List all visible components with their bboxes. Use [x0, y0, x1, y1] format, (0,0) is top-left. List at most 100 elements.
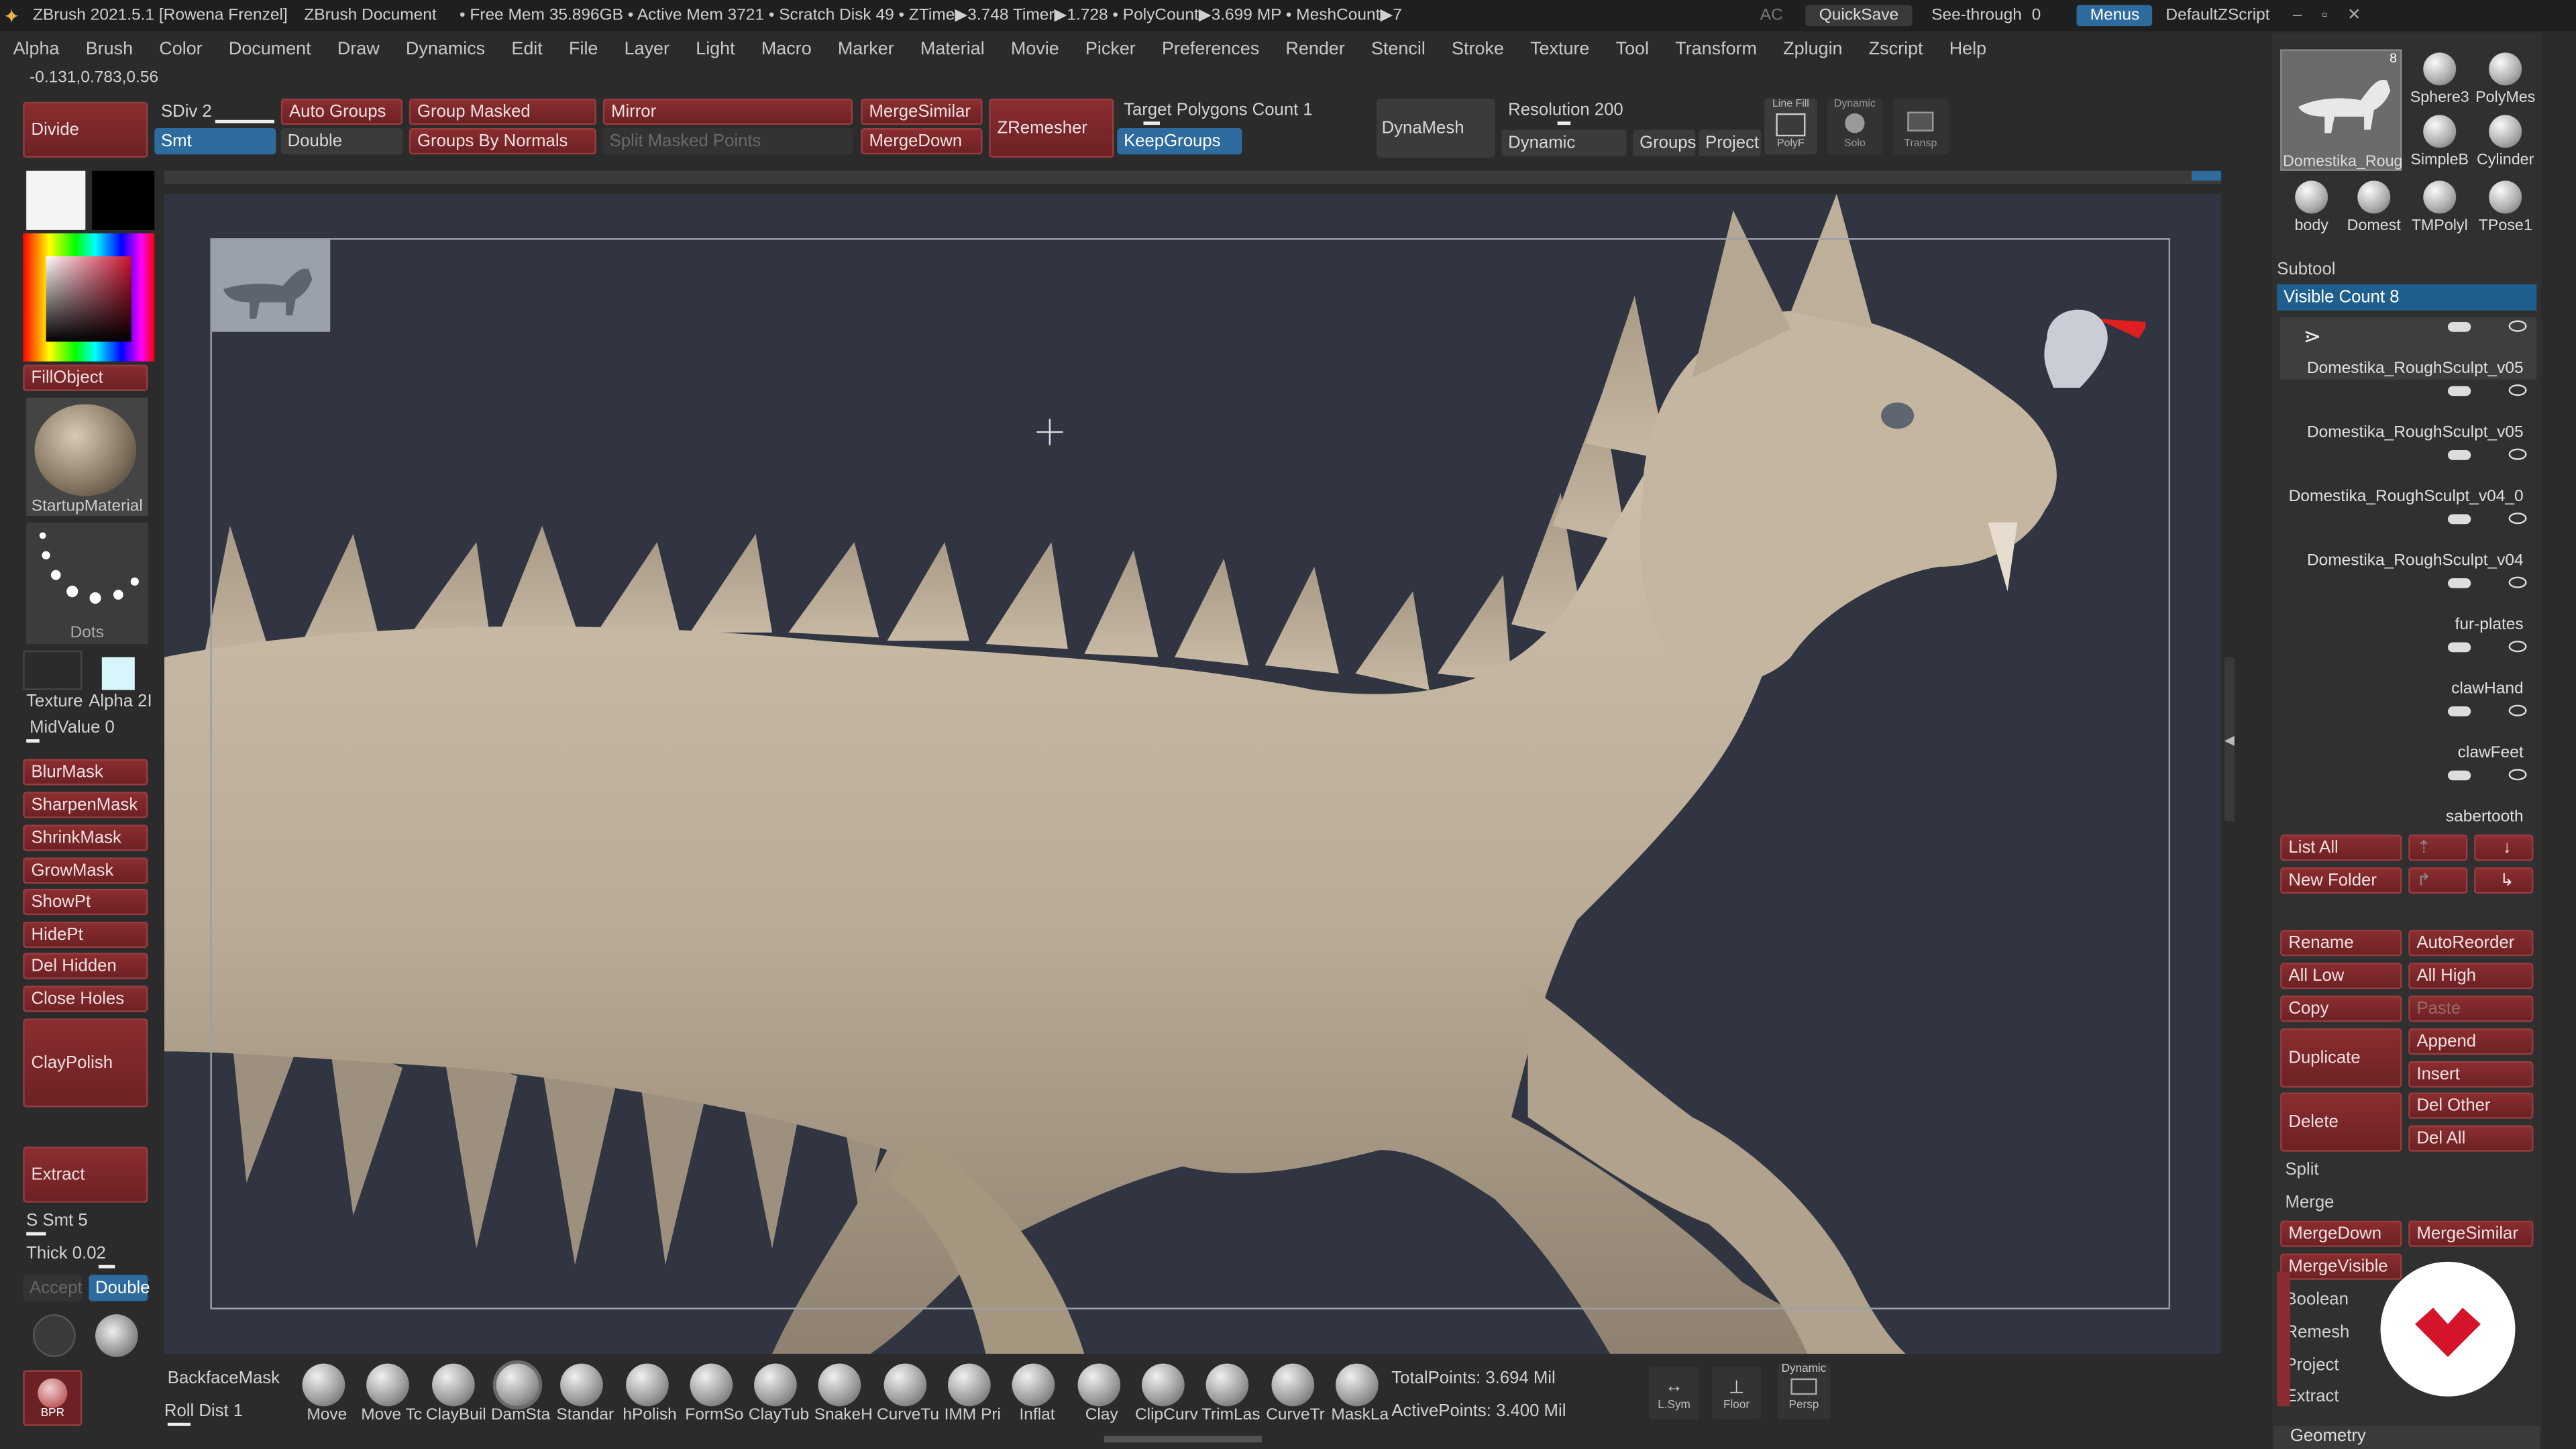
paste-button[interactable]: Paste	[2408, 996, 2534, 1022]
material-slot[interactable]: StartupMaterial	[26, 397, 148, 516]
rename-button[interactable]: Rename	[2280, 930, 2402, 957]
solo-button[interactable]: Dynamic Solo	[1827, 98, 1883, 155]
menu-brush[interactable]: Brush	[72, 40, 146, 59]
eye-icon[interactable]	[2508, 769, 2527, 781]
roll-dist-slider-track[interactable]	[167, 1422, 191, 1426]
folder-enter-icon[interactable]: ↳	[2474, 867, 2534, 894]
accept-button[interactable]: Accept	[23, 1275, 83, 1301]
tool-item[interactable]: TPose1	[2474, 177, 2536, 236]
blurmask-button[interactable]: BlurMask	[23, 759, 148, 786]
duplicate-button[interactable]: Duplicate	[2280, 1028, 2402, 1088]
menu-dynamics[interactable]: Dynamics	[392, 40, 498, 59]
midvalue-slider-track[interactable]	[26, 739, 40, 743]
split-section[interactable]: Split	[2286, 1160, 2319, 1179]
shrinkmask-button[interactable]: ShrinkMask	[23, 824, 148, 851]
eye-icon[interactable]	[2508, 448, 2527, 460]
menu-preferences[interactable]: Preferences	[1148, 40, 1272, 59]
del-all-button[interactable]: Del All	[2408, 1125, 2534, 1152]
append-button[interactable]: Append	[2408, 1028, 2534, 1055]
secondary-color-swatch[interactable]	[92, 170, 155, 230]
menu-transform[interactable]: Transform	[1662, 40, 1770, 59]
tray-arrow-icon[interactable]: ◀	[2224, 733, 2238, 749]
menu-tool[interactable]: Tool	[1603, 40, 1662, 59]
midvalue-slider[interactable]: MidValue 0	[30, 718, 115, 737]
smt-toggle[interactable]: Smt	[154, 128, 276, 155]
subtool-item[interactable]: clawFeet	[2280, 702, 2536, 764]
menu-color[interactable]: Color	[146, 40, 216, 59]
color-picker-square[interactable]	[46, 256, 131, 342]
brush-trimlas-icon[interactable]	[1206, 1363, 1249, 1407]
quicksave-button[interactable]: QuickSave	[1806, 5, 1912, 27]
current-tool-thumbnail[interactable]: Domestika_Roug 8	[2280, 49, 2402, 171]
claypolish-button[interactable]: ClayPolish	[23, 1018, 148, 1108]
eye-icon[interactable]	[2508, 513, 2527, 525]
s-smt-slider-track[interactable]	[26, 1232, 46, 1236]
brush-move-tc-icon[interactable]	[366, 1363, 410, 1407]
tool-item[interactable]: Cylinder	[2474, 112, 2536, 171]
eye-icon[interactable]	[2508, 641, 2527, 653]
visible-count-slider[interactable]: Visible Count 8	[2277, 284, 2537, 311]
subtool-toggle[interactable]	[2447, 514, 2471, 525]
persp-button[interactable]: Dynamic Persp	[1777, 1363, 1831, 1419]
copy-button[interactable]: Copy	[2280, 996, 2402, 1022]
eye-icon[interactable]	[2508, 384, 2527, 396]
menu-movie[interactable]: Movie	[998, 40, 1072, 59]
brush-claybuil-icon[interactable]	[431, 1363, 474, 1407]
bottom-tray-handle[interactable]	[1104, 1436, 1262, 1443]
s-smt-slider[interactable]: S Smt 5	[26, 1211, 87, 1230]
list-all-button[interactable]: List All	[2280, 835, 2402, 861]
target-polygons-count-slider[interactable]: Target Polygons Count 1	[1124, 100, 1313, 119]
project-toggle[interactable]: Project	[1699, 129, 1762, 156]
tool-item[interactable]: Sphere3	[2408, 49, 2471, 108]
resolution-slider-track[interactable]	[1557, 121, 1571, 125]
fillobject-button[interactable]: FillObject	[23, 364, 148, 391]
menu-marker[interactable]: Marker	[824, 40, 907, 59]
alpha-slot[interactable]	[101, 657, 135, 690]
eye-icon[interactable]	[2508, 576, 2527, 588]
menu-light[interactable]: Light	[683, 40, 749, 59]
group-masked-button[interactable]: Group Masked	[409, 98, 596, 125]
brush-curvetu-icon[interactable]	[883, 1363, 926, 1407]
tool-item[interactable]: SimpleB	[2408, 112, 2471, 171]
brush-imm-pri-icon[interactable]	[948, 1363, 991, 1407]
thick-slider-track[interactable]	[98, 1265, 115, 1269]
extract-section[interactable]: Extract	[2286, 1387, 2339, 1406]
menu-zplugin[interactable]: Zplugin	[1770, 40, 1856, 59]
brush-inflat-icon[interactable]	[1012, 1363, 1055, 1407]
subtool-item[interactable]: clawHand	[2280, 637, 2536, 700]
menu-stencil[interactable]: Stencil	[1358, 40, 1438, 59]
showpt-button[interactable]: ShowPt	[23, 888, 148, 916]
remesh-section[interactable]: Remesh	[2286, 1322, 2350, 1342]
zremesher-button[interactable]: ZRemesher	[989, 98, 1114, 158]
move-down-icon[interactable]: ↓	[2474, 835, 2534, 861]
close-holes-button[interactable]: Close Holes	[23, 985, 148, 1012]
brush-standar-icon[interactable]	[560, 1363, 604, 1407]
menus-button[interactable]: Menus	[2077, 5, 2153, 27]
layer-toggle-icon[interactable]	[32, 1314, 76, 1357]
new-folder-button[interactable]: New Folder	[2280, 867, 2402, 894]
floor-button[interactable]: ⊥ Floor	[1711, 1366, 1762, 1419]
brush-clipcurv-icon[interactable]	[1141, 1363, 1185, 1407]
menu-layer[interactable]: Layer	[611, 40, 683, 59]
window-maximize-icon[interactable]: ▫	[2322, 7, 2328, 25]
tool-item[interactable]: PolyMes	[2474, 49, 2536, 108]
double-extract-toggle[interactable]: Double	[89, 1275, 150, 1301]
eye-icon[interactable]	[2508, 320, 2527, 332]
subtool-header[interactable]: Subtool	[2277, 260, 2536, 282]
hidept-button[interactable]: HidePt	[23, 921, 148, 949]
mergedown-top-button[interactable]: MergeDown	[861, 128, 983, 155]
all-high-button[interactable]: All High	[2408, 963, 2534, 989]
sharpenmask-button[interactable]: SharpenMask	[23, 792, 148, 818]
subtool-toggle[interactable]	[2447, 770, 2471, 781]
subtool-toggle[interactable]	[2447, 706, 2471, 716]
menu-file[interactable]: File	[555, 40, 611, 59]
autoreorder-button[interactable]: AutoReorder	[2408, 930, 2534, 957]
window-minimize-icon[interactable]: –	[2293, 7, 2302, 25]
subtool-item[interactable]: fur-plates	[2280, 574, 2536, 636]
polyf-button[interactable]: Line Fill PolyF	[1764, 98, 1817, 155]
groups-toggle[interactable]: Groups	[1633, 129, 1696, 156]
project-section[interactable]: Project	[2286, 1355, 2339, 1375]
boolean-section[interactable]: Boolean	[2286, 1289, 2349, 1309]
subtool-toggle[interactable]	[2447, 578, 2471, 588]
brush-damsta-icon[interactable]	[496, 1363, 539, 1407]
